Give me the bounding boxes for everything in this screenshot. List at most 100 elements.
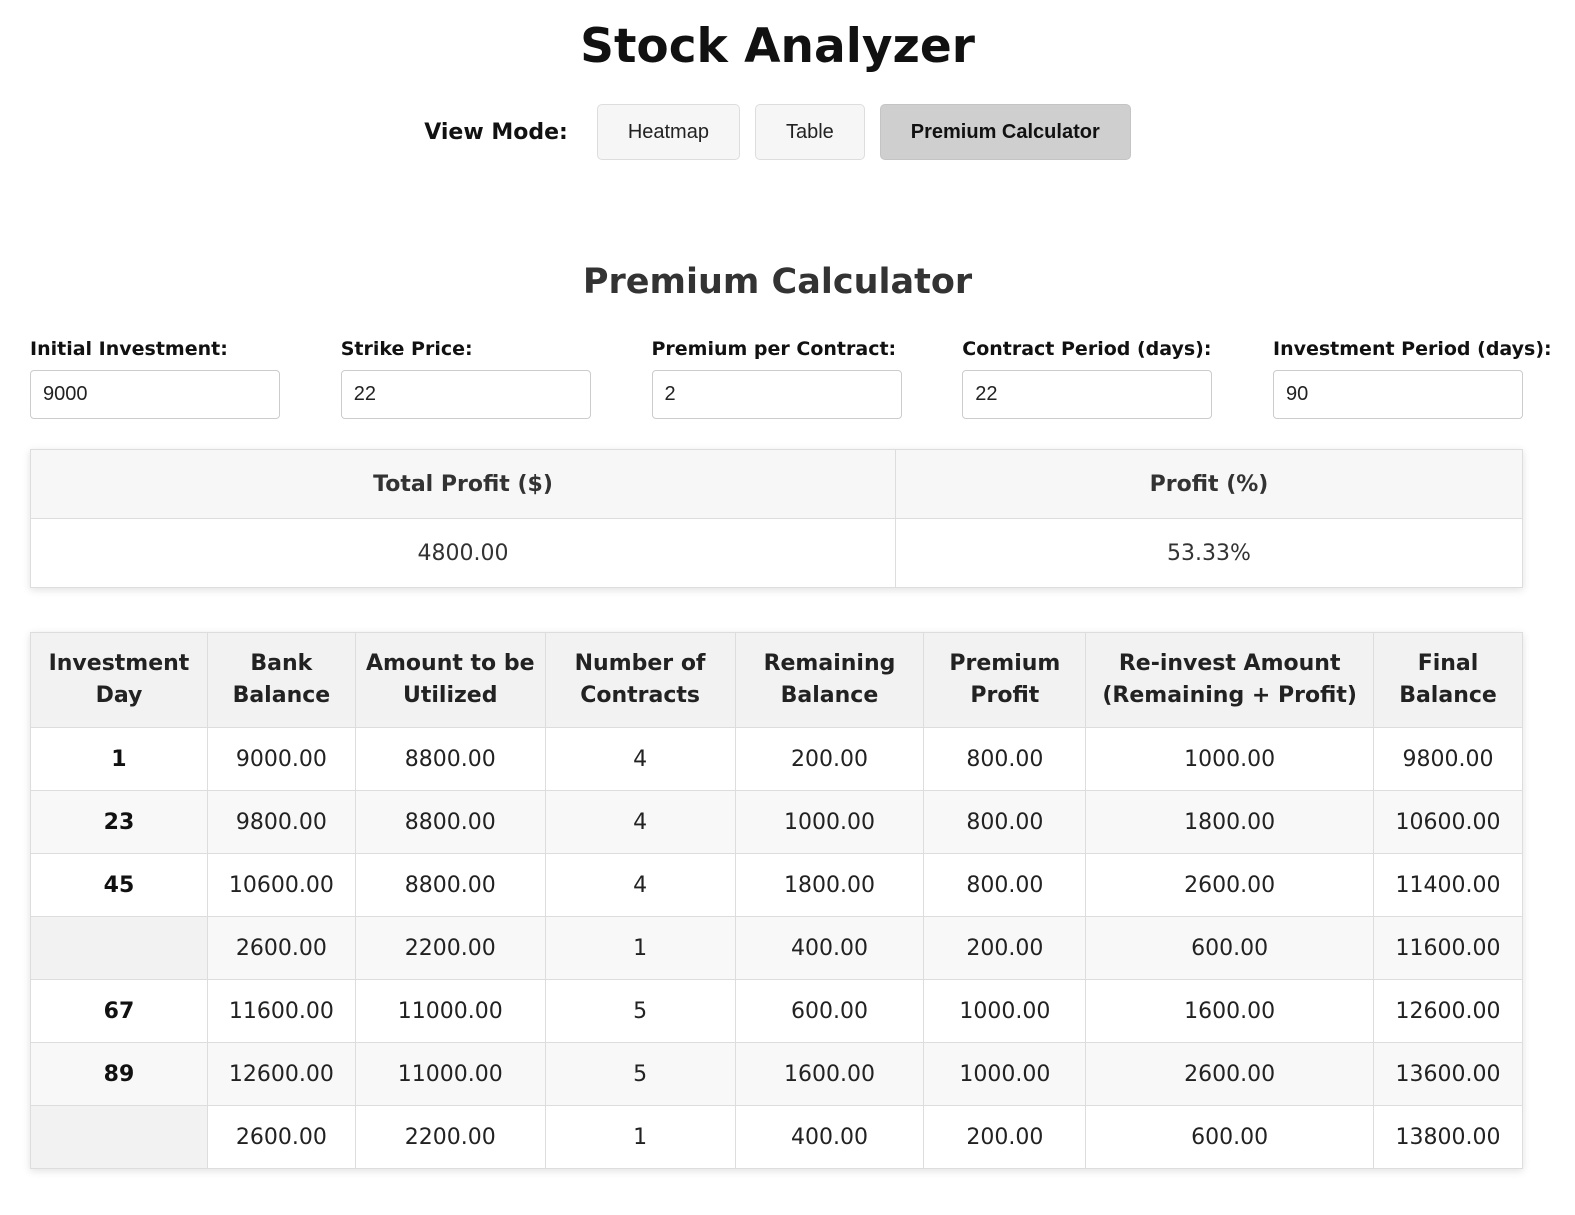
investment-period-input[interactable] — [1273, 370, 1523, 419]
premium-profit-cell: 800.00 — [923, 790, 1087, 854]
reinvest-amount-cell: 2600.00 — [1085, 853, 1375, 917]
reinvest-amount-cell: 600.00 — [1085, 1105, 1375, 1169]
amount-utilized-cell: 2200.00 — [354, 916, 546, 980]
amount-utilized-cell: 11000.00 — [354, 979, 546, 1043]
table-row: 67 11600.00 11000.00 5 600.00 1000.00 1600.00 1… — [30, 979, 1523, 1043]
strike-price-input[interactable] — [340, 370, 591, 419]
table-row: 23 9800.00 8800.00 4 1000.00 800.00 1800.00 106… — [30, 790, 1523, 854]
premium-calculator-button[interactable]: Premium Calculator — [879, 104, 1131, 160]
bank-balance-cell: 10600.00 — [206, 853, 356, 917]
table-button[interactable]: Table — [754, 104, 865, 160]
premium-per-contract-input[interactable] — [651, 370, 902, 419]
final-balance-header: Final Balance — [1373, 632, 1523, 728]
premium-profit-cell: 200.00 — [923, 1105, 1087, 1169]
remaining-balance-cell: 400.00 — [734, 916, 925, 980]
app-title: Stock Analyzer — [580, 19, 975, 74]
investment-day-cell: 1 — [30, 727, 208, 791]
view-mode-bar: View Mode: Heatmap Table Premium Calcula… — [0, 104, 1555, 160]
reinvest-amount-header: Re-invest Amount (Remaining + Profit) — [1085, 632, 1375, 728]
number-of-contracts-cell: 1 — [544, 916, 736, 980]
reinvest-amount-cell: 1600.00 — [1085, 979, 1375, 1043]
table-row: 2600.00 2200.00 1 400.00 200.00 600.00 11600.0… — [30, 916, 1523, 980]
investment-day-cell — [30, 1105, 208, 1169]
premium-profit-cell: 200.00 — [923, 916, 1087, 980]
bank-balance-cell: 9000.00 — [206, 727, 356, 791]
premium-profit-cell: 800.00 — [923, 727, 1087, 791]
strike-price-label: Strike Price: — [340, 338, 473, 360]
final-balance-cell: 9800.00 — [1373, 727, 1523, 791]
calculator-inputs: Initial Investment: Strike Price: Premiu… — [30, 337, 1552, 419]
number-of-contracts-cell: 5 — [544, 979, 736, 1043]
view-mode-label: View Mode: — [424, 119, 568, 145]
contract-period-group: Contract Period (days): — [962, 337, 1213, 419]
strike-price-group: Strike Price: — [340, 337, 591, 419]
premium-per-contract-label: Premium per Contract: — [651, 338, 897, 360]
premium-calculator-title: Premium Calculator — [582, 262, 973, 302]
bank-balance-cell: 2600.00 — [206, 916, 356, 980]
amount-utilized-cell: 8800.00 — [354, 853, 546, 917]
premium-profit-cell: 1000.00 — [923, 979, 1087, 1043]
table-row: 89 12600.00 11000.00 5 1600.00 1000.00 2600.00… — [30, 1042, 1523, 1106]
table-row: 45 10600.00 8800.00 4 1800.00 800.00 2600.00 11… — [30, 853, 1523, 917]
investment-day-cell: 89 — [30, 1042, 208, 1106]
number-of-contracts-cell: 4 — [544, 790, 736, 854]
final-balance-cell: 10600.00 — [1373, 790, 1523, 854]
investment-day-cell: 45 — [30, 853, 208, 917]
final-balance-cell: 11400.00 — [1373, 853, 1523, 917]
initial-investment-input[interactable] — [30, 370, 280, 419]
investment-day-cell — [30, 916, 208, 980]
remaining-balance-cell: 600.00 — [734, 979, 925, 1043]
premium-profit-cell: 800.00 — [923, 853, 1087, 917]
amount-utilized-header: Amount to be Utilized — [354, 632, 546, 728]
amount-utilized-cell: 8800.00 — [354, 790, 546, 854]
total-profit-header: Total Profit ($) — [30, 449, 896, 519]
investment-day-header: Investment Day — [30, 632, 208, 728]
reinvest-amount-cell: 1000.00 — [1085, 727, 1375, 791]
reinvest-amount-cell: 2600.00 — [1085, 1042, 1375, 1106]
table-row: 1 9000.00 8800.00 4 200.00 800.00 1000.00 9800.… — [30, 727, 1523, 791]
investment-day-cell: 23 — [30, 790, 208, 854]
investment-period-group: Investment Period (days): — [1273, 337, 1552, 419]
number-of-contracts-cell: 4 — [544, 853, 736, 917]
profit-summary-table: Total Profit ($) Profit (%) 4800.00 53.3… — [30, 449, 1523, 588]
number-of-contracts-cell: 5 — [544, 1042, 736, 1106]
premium-per-contract-group: Premium per Contract: — [651, 337, 902, 419]
bank-balance-cell: 2600.00 — [206, 1105, 356, 1169]
remaining-balance-cell: 1800.00 — [734, 853, 925, 917]
contract-period-input[interactable] — [962, 370, 1213, 419]
final-balance-cell: 13600.00 — [1373, 1042, 1523, 1106]
bank-balance-header: Bank Balance — [206, 632, 356, 728]
table-header-row: Investment Day Bank Balance Amount to be U… — [30, 632, 1523, 728]
premium-profit-cell: 1000.00 — [923, 1042, 1087, 1106]
contract-period-label: Contract Period (days): — [962, 338, 1212, 360]
remaining-balance-cell: 400.00 — [734, 1105, 925, 1169]
final-balance-cell: 13800.00 — [1373, 1105, 1523, 1169]
remaining-balance-cell: 200.00 — [734, 727, 925, 791]
remaining-balance-cell: 1600.00 — [734, 1042, 925, 1106]
reinvest-amount-cell: 600.00 — [1085, 916, 1375, 980]
reinvest-amount-cell: 1800.00 — [1085, 790, 1375, 854]
table-row: 2600.00 2200.00 1 400.00 200.00 600.00 13800.0… — [30, 1105, 1523, 1169]
amount-utilized-cell: 11000.00 — [354, 1042, 546, 1106]
total-profit-value: 4800.00 — [30, 518, 896, 588]
remaining-balance-cell: 1000.00 — [734, 790, 925, 854]
investment-period-label: Investment Period (days): — [1273, 338, 1552, 360]
amount-utilized-cell: 2200.00 — [354, 1105, 546, 1169]
number-of-contracts-cell: 1 — [544, 1105, 736, 1169]
bank-balance-cell: 9800.00 — [206, 790, 356, 854]
investment-schedule-table: Investment Day Bank Balance Amount to be U… — [30, 632, 1523, 1169]
final-balance-cell: 12600.00 — [1373, 979, 1523, 1043]
number-of-contracts-header: Number of Contracts — [544, 632, 736, 728]
remaining-balance-header: Remaining Balance — [734, 632, 925, 728]
initial-investment-label: Initial Investment: — [30, 338, 228, 360]
initial-investment-group: Initial Investment: — [30, 337, 280, 419]
investment-day-cell: 67 — [30, 979, 208, 1043]
heatmap-button[interactable]: Heatmap — [596, 104, 740, 160]
bank-balance-cell: 11600.00 — [206, 979, 356, 1043]
premium-profit-header: Premium Profit — [923, 632, 1087, 728]
bank-balance-cell: 12600.00 — [206, 1042, 356, 1106]
final-balance-cell: 11600.00 — [1373, 916, 1523, 980]
amount-utilized-cell: 8800.00 — [354, 727, 546, 791]
profit-percent-header: Profit (%) — [895, 449, 1523, 519]
number-of-contracts-cell: 4 — [544, 727, 736, 791]
